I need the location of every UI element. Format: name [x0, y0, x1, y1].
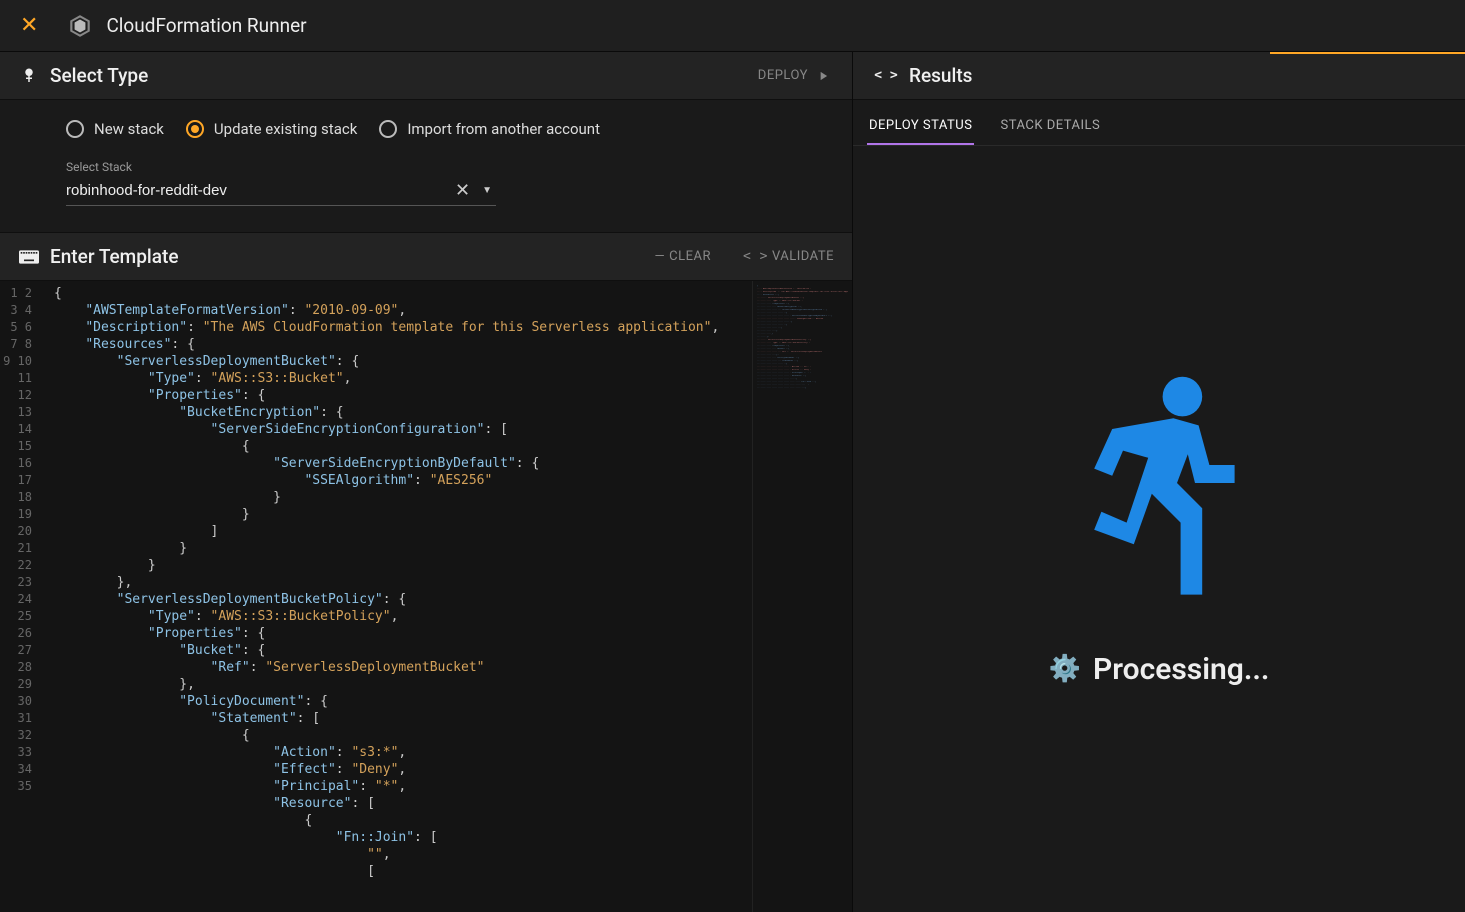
tab-deploy-status[interactable]: DEPLOY STATUS [867, 112, 974, 145]
processing-text: Processing... [1093, 652, 1269, 687]
line-gutter: 1 2 3 4 5 6 7 8 9 10 11 12 13 14 15 16 1… [0, 281, 42, 912]
results-tabs: DEPLOY STATUS STACK DETAILS [853, 100, 1465, 146]
clear-input-icon[interactable]: ✕ [447, 180, 478, 201]
enter-template-title: Enter Template [50, 245, 179, 268]
app-logo-icon [66, 12, 94, 40]
select-type-header: Select Type DEPLOY [0, 52, 852, 100]
dropdown-caret-icon[interactable]: ▼ [478, 185, 496, 196]
clear-button[interactable]: — CLEAR [646, 249, 711, 264]
radio-icon [186, 120, 204, 138]
deploy-label: DEPLOY [758, 68, 808, 83]
accent-bar [1270, 52, 1465, 54]
minus-icon: — [654, 249, 665, 264]
enter-template-header: Enter Template — CLEAR < > VALIDATE [0, 233, 852, 281]
gear-icon: ⚙️ [1049, 654, 1081, 684]
minimap[interactable]: {····"AWSTemplateFormatVersion":·"2010-0… [752, 281, 852, 912]
code-content[interactable]: { "AWSTemplateFormatVersion": "2010-09-0… [42, 281, 752, 912]
deploy-button[interactable]: DEPLOY [758, 68, 834, 83]
tab-stack-details[interactable]: STACK DETAILS [998, 112, 1102, 145]
validate-button[interactable]: < > VALIDATE [735, 249, 834, 264]
title-bar: ✕ CloudFormation Runner [0, 0, 1465, 52]
keyboard-icon [18, 249, 40, 265]
code-brackets-icon: < > [875, 68, 897, 83]
stack-select-input[interactable] [66, 182, 447, 199]
radio-label: Update existing stack [214, 120, 357, 138]
radio-icon [379, 120, 397, 138]
radio-icon [66, 120, 84, 138]
radio-label: Import from another account [407, 120, 600, 138]
results-title: Results [909, 64, 972, 87]
validate-label: VALIDATE [772, 249, 834, 264]
stack-select-label: Select Stack [66, 160, 834, 174]
select-type-title: Select Type [50, 64, 148, 87]
select-type-icon [18, 67, 40, 85]
radio-import[interactable]: Import from another account [379, 120, 600, 138]
app-title: CloudFormation Runner [106, 14, 306, 37]
running-person-icon [1069, 372, 1249, 612]
code-icon: < > [743, 249, 768, 264]
code-editor[interactable]: 1 2 3 4 5 6 7 8 9 10 11 12 13 14 15 16 1… [0, 281, 852, 912]
radio-new-stack[interactable]: New stack [66, 120, 164, 138]
radio-label: New stack [94, 120, 164, 138]
results-header: < > Results [853, 52, 1465, 100]
radio-update-existing[interactable]: Update existing stack [186, 120, 357, 138]
clear-label: CLEAR [669, 249, 711, 264]
close-icon[interactable]: ✕ [20, 13, 38, 38]
select-type-body: New stack Update existing stack Import f… [0, 100, 852, 233]
results-body: ⚙️ Processing... [853, 146, 1465, 912]
